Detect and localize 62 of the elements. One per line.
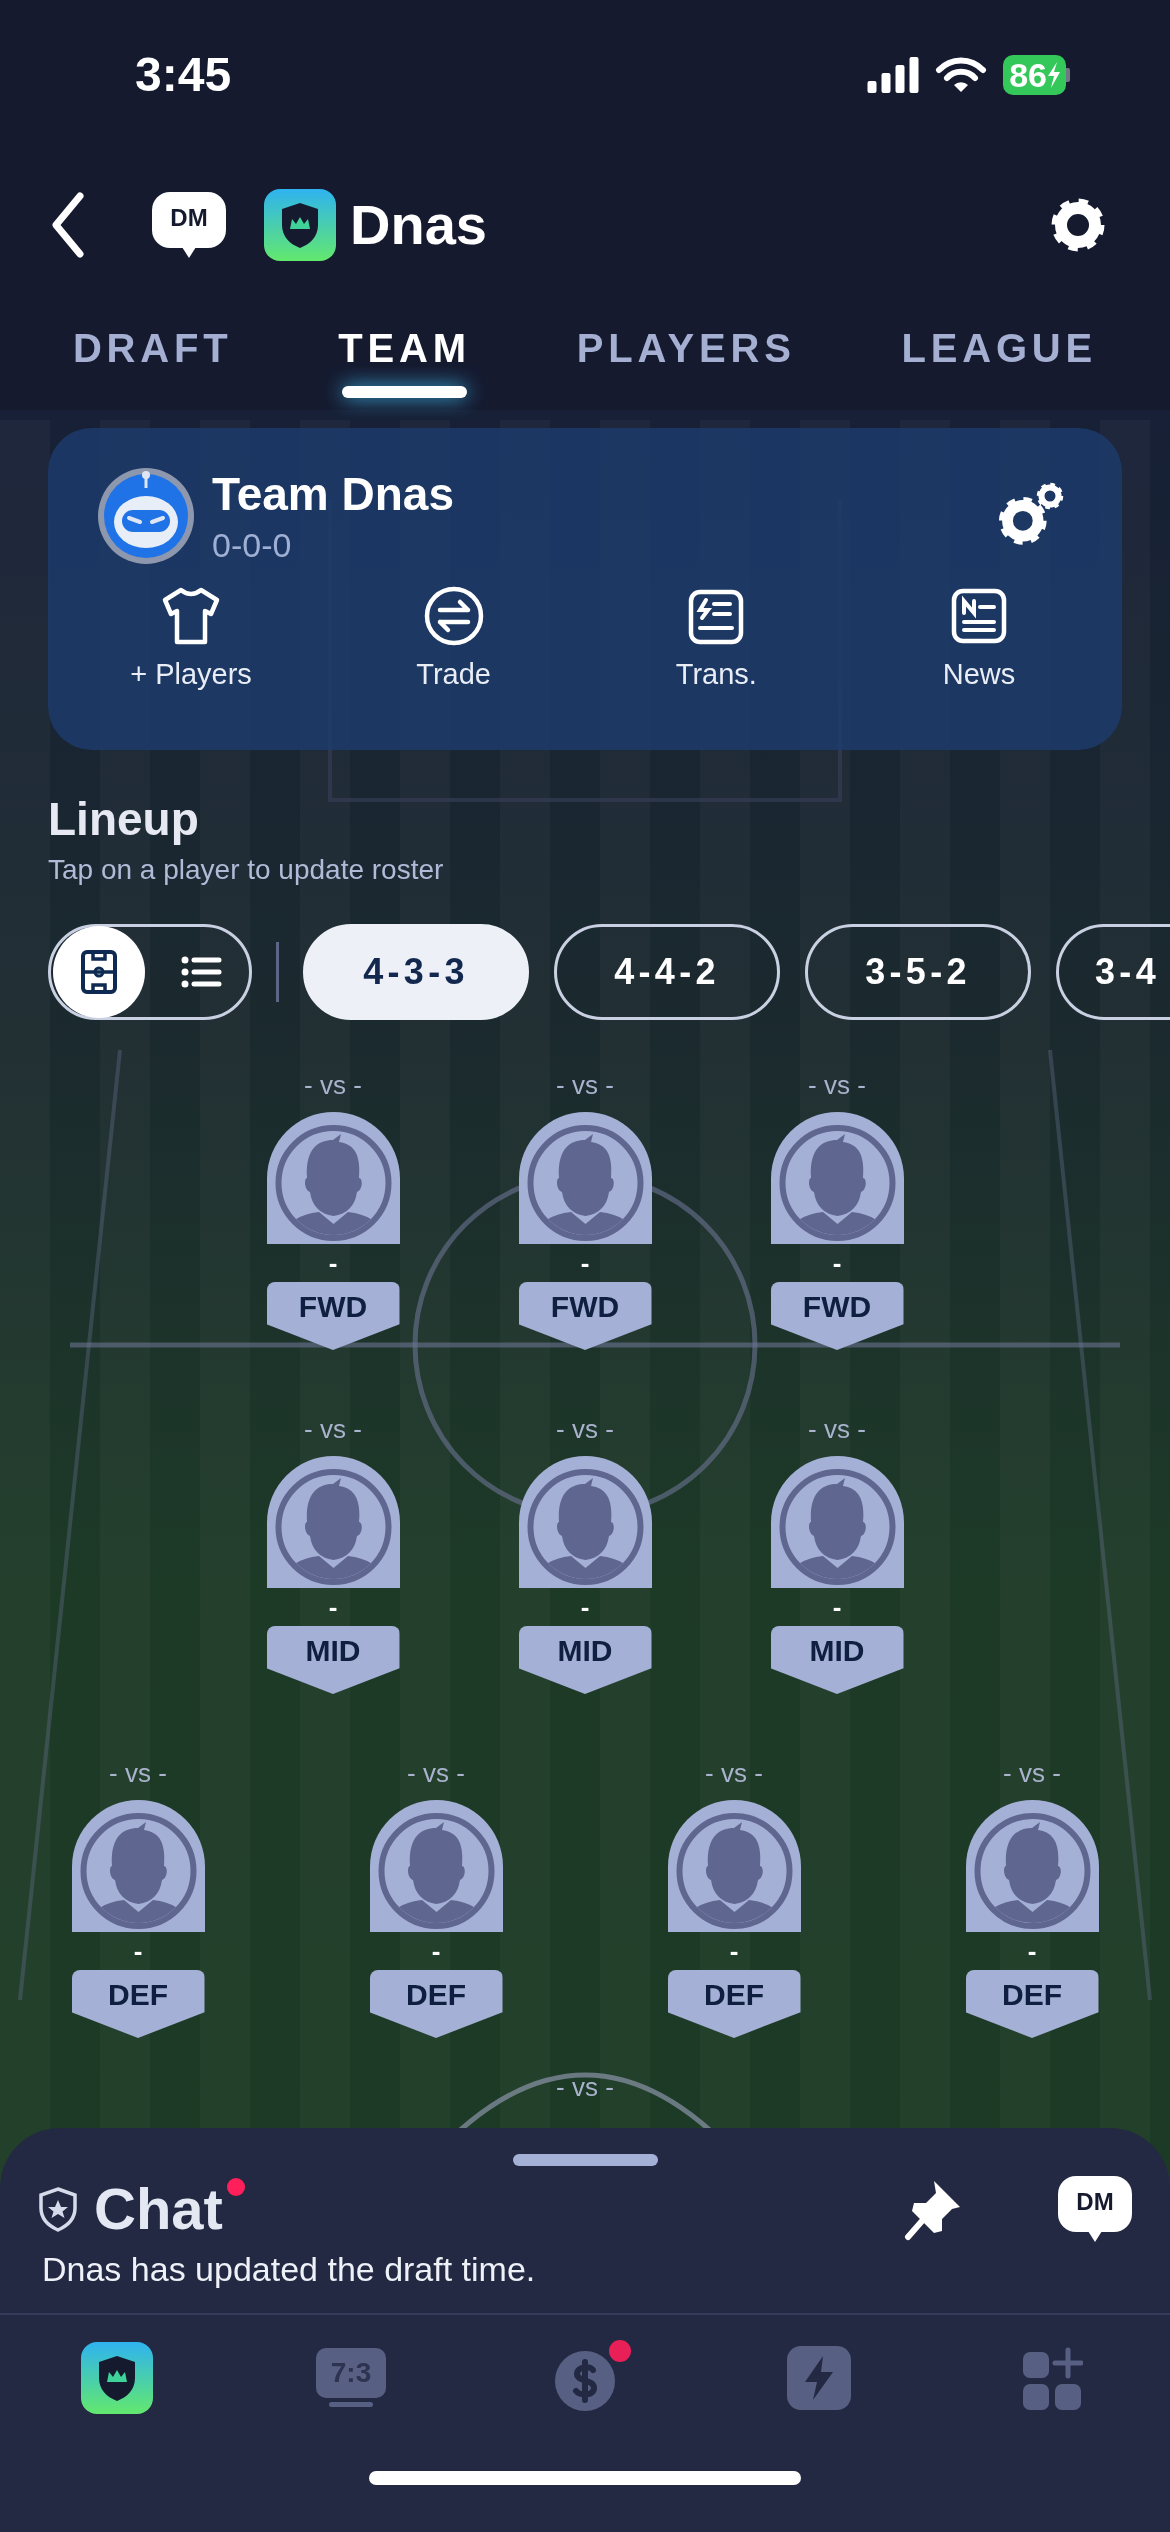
- formation-chip[interactable]: 3-5-2: [805, 924, 1031, 1020]
- player-name: -: [580, 1250, 590, 1276]
- opponent-label: - vs -: [304, 1072, 362, 1098]
- formation-chip[interactable]: 3-4: [1056, 924, 1170, 1020]
- player-placeholder-icon[interactable]: [266, 1112, 400, 1244]
- player-placeholder-icon[interactable]: [369, 1800, 503, 1932]
- opponent-label: - vs -: [1003, 1760, 1061, 1786]
- chat-title: Chat: [94, 2180, 223, 2238]
- opponent-label: - vs -: [304, 1416, 362, 1442]
- section-subtitle: Tap on a player to update roster: [48, 856, 444, 884]
- opponent-label: - vs -: [808, 1072, 866, 1098]
- signal-icon: [867, 57, 920, 93]
- opponent-label: - vs -: [109, 1760, 167, 1786]
- player-name: -: [431, 1938, 441, 1964]
- player-placeholder-icon[interactable]: [71, 1800, 205, 1932]
- player-placeholder-icon[interactable]: [965, 1800, 1099, 1932]
- team-avatar-icon: [96, 466, 196, 566]
- tab[interactable]: PLAYERS: [576, 300, 796, 368]
- team-record: 0-0-0: [212, 524, 293, 566]
- team-action-button[interactable]: Trade: [358, 584, 549, 689]
- player-placeholder-icon[interactable]: [518, 1112, 652, 1244]
- player-name: -: [832, 1250, 842, 1276]
- player-placeholder-icon[interactable]: [770, 1112, 904, 1244]
- apps-add-icon: [1023, 2345, 1083, 2410]
- battery-level: 86: [1009, 58, 1047, 92]
- tab[interactable]: LEAGUE: [901, 300, 1097, 368]
- player-placeholder-icon[interactable]: [518, 1456, 652, 1588]
- player-placeholder-icon[interactable]: [770, 1456, 904, 1588]
- charging-bolt-icon: [1048, 62, 1060, 88]
- opponent-label: - vs -: [556, 1072, 614, 1098]
- chat-message: Dnas has updated the draft time.: [42, 2249, 536, 2290]
- shield-star-icon: [38, 2186, 78, 2232]
- opponent-label: - vs -: [556, 1416, 614, 1442]
- player-name: -: [1027, 1938, 1037, 1964]
- player-name: -: [580, 1594, 590, 1620]
- team-name: Team Dnas: [212, 467, 455, 522]
- app-logo-icon: [264, 189, 336, 261]
- team-action-button[interactable]: + Players: [96, 584, 286, 689]
- player-name: -: [328, 1250, 338, 1276]
- player-name: -: [133, 1938, 143, 1964]
- home-tab-icon: [81, 2341, 153, 2414]
- opponent-label: - vs -: [556, 2074, 614, 2100]
- formation-chip[interactable]: 4-4-2: [554, 924, 780, 1020]
- player-name: -: [729, 1938, 739, 1964]
- wifi-icon: [935, 56, 988, 94]
- player-name: -: [328, 1594, 338, 1620]
- tab[interactable]: DRAFT: [72, 300, 233, 368]
- player-name: -: [832, 1594, 842, 1620]
- player-placeholder-icon[interactable]: [266, 1456, 400, 1588]
- drag-handle[interactable]: [512, 2154, 658, 2166]
- tab[interactable]: TEAM: [338, 300, 471, 398]
- status-time: 3:45: [135, 47, 232, 103]
- opponent-label: - vs -: [407, 1760, 465, 1786]
- lightning-icon: [787, 2345, 851, 2410]
- team-action-button[interactable]: Trans.: [621, 584, 812, 689]
- league-title: Dnas: [350, 197, 487, 253]
- player-placeholder-icon[interactable]: [667, 1800, 801, 1932]
- formation-chip[interactable]: 4-3-3: [303, 924, 529, 1020]
- back-icon: [50, 192, 86, 258]
- opponent-label: - vs -: [808, 1416, 866, 1442]
- opponent-label: - vs -: [705, 1760, 763, 1786]
- team-action-button[interactable]: News: [883, 584, 1074, 689]
